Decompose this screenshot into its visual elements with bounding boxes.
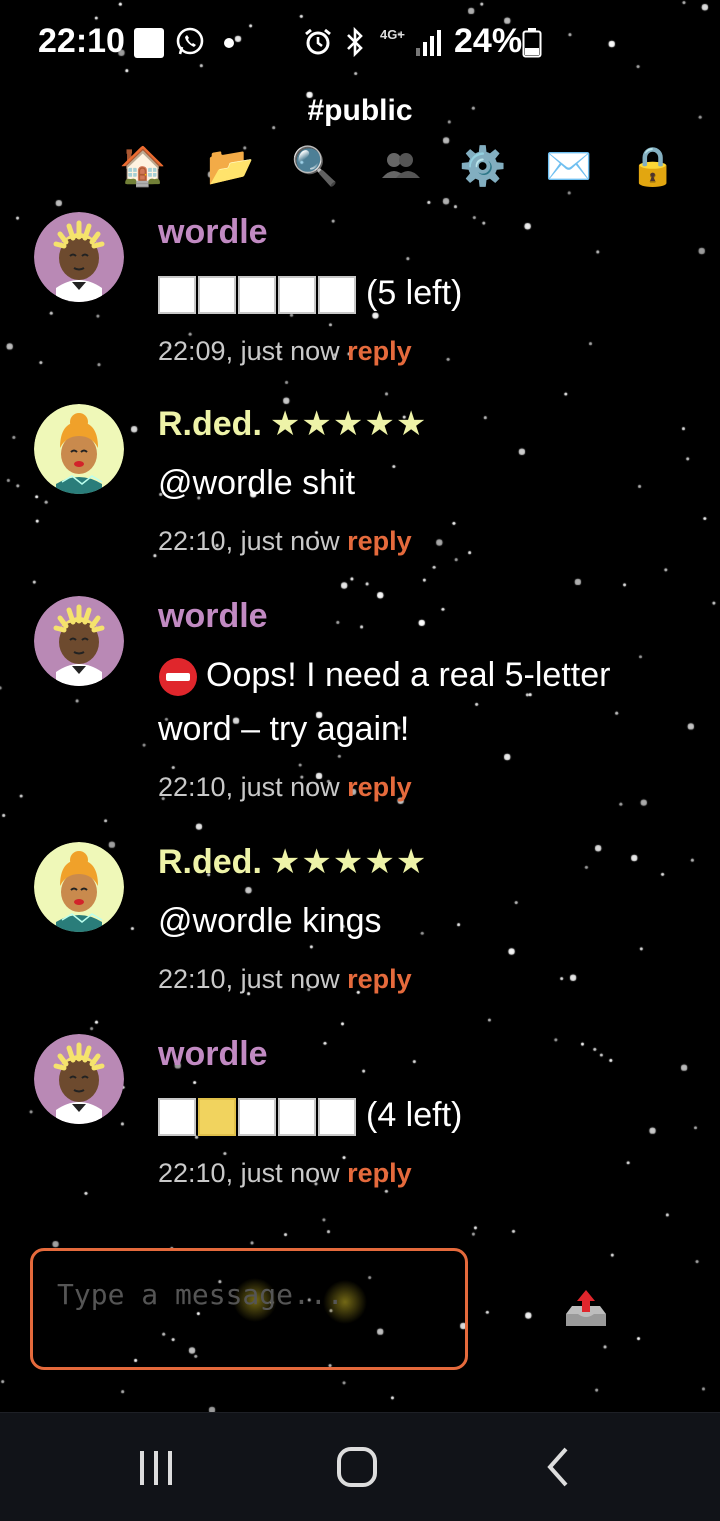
wordle-tile <box>238 1098 276 1137</box>
wordle-tile <box>238 276 276 315</box>
author-name[interactable]: R.ded. <box>158 843 262 881</box>
channel-title: #public <box>307 94 413 127</box>
wordle-bot-avatar[interactable] <box>34 596 124 686</box>
wordle-tiles <box>158 266 358 320</box>
reply-link[interactable]: reply <box>347 526 412 556</box>
wordle-tile-yellow <box>198 1098 236 1137</box>
guesses-left: (5 left) <box>366 274 463 313</box>
home-button-icon[interactable] <box>327 1443 387 1493</box>
status-time: 22:10 <box>38 22 125 60</box>
message-text-content: Oops! I need a real 5-letter word – try … <box>158 656 611 748</box>
message-meta: 22:10, just now reply <box>158 526 678 557</box>
message-text: (4 left) <box>158 1086 678 1142</box>
rating-stars: ★★★★★ <box>269 405 428 443</box>
message-meta: 22:10, just now reply <box>158 772 678 803</box>
wordle-bot-avatar[interactable] <box>34 1034 124 1124</box>
message-meta: 22:09, just now reply <box>158 336 678 367</box>
message-text: Oops! I need a real 5-letter word – try … <box>158 648 678 756</box>
message-input[interactable] <box>55 1273 449 1315</box>
network-type: 4G+ <box>380 27 405 42</box>
wordle-tile <box>158 276 196 315</box>
send-icon[interactable] <box>562 1284 610 1332</box>
users-icon[interactable] <box>374 142 424 192</box>
guesses-left: (4 left) <box>366 1096 463 1135</box>
message-author[interactable]: R.ded. ★★★★★ <box>158 404 678 444</box>
no-entry-icon <box>159 658 197 697</box>
message-meta: 22:10, just now reply <box>158 964 678 995</box>
message-meta: 22:10, just now reply <box>158 1158 678 1189</box>
author-name[interactable]: R.ded. <box>158 405 262 443</box>
wordle-tile <box>198 276 236 315</box>
wordle-tile <box>278 276 316 315</box>
message-time: 22:10, just now <box>158 1158 340 1189</box>
home-icon[interactable]: 🏠 <box>118 142 168 192</box>
message-time: 22:09, just now <box>158 336 340 367</box>
rded-user-avatar[interactable] <box>34 404 124 494</box>
message-time: 22:10, just now <box>158 772 340 802</box>
whatsapp-icon <box>176 27 204 55</box>
wordle-tile <box>318 276 356 315</box>
message-author[interactable]: wordle <box>158 596 678 636</box>
message-time: 22:10, just now <box>158 964 340 994</box>
recent-apps-icon[interactable] <box>126 1443 186 1493</box>
wordle-tile <box>278 1098 316 1137</box>
message-author[interactable]: R.ded. ★★★★★ <box>158 842 678 882</box>
notification-square-icon <box>134 28 164 58</box>
notification-dot-icon <box>224 38 234 48</box>
back-icon[interactable] <box>528 1443 588 1493</box>
battery-percent: 24% <box>454 22 523 60</box>
battery-icon <box>522 28 542 58</box>
signal-icon <box>416 30 441 56</box>
reply-link[interactable]: reply <box>347 964 412 994</box>
mail-icon[interactable]: ✉️ <box>544 142 594 192</box>
wordle-tile <box>318 1098 356 1137</box>
system-navbar <box>0 1412 720 1521</box>
settings-icon[interactable]: ⚙️ <box>458 142 508 192</box>
reply-link[interactable]: reply <box>347 1158 412 1188</box>
message-text: @wordle kings <box>158 902 382 940</box>
rded-user-avatar[interactable] <box>34 842 124 932</box>
alarm-icon <box>305 28 331 55</box>
message-composer <box>30 1248 468 1370</box>
rating-stars: ★★★★★ <box>269 843 428 881</box>
wordle-tiles <box>158 1088 358 1142</box>
message-author[interactable]: wordle <box>158 1034 678 1074</box>
status-bar: 22:10 4G+ 24% <box>0 0 720 86</box>
reply-link[interactable]: reply <box>347 336 412 366</box>
message-author[interactable]: wordle <box>158 212 678 252</box>
message-time: 22:10, just now <box>158 526 340 556</box>
folder-icon[interactable]: 📂 <box>206 142 256 192</box>
search-icon[interactable]: 🔍 <box>290 142 340 192</box>
bluetooth-icon <box>347 26 363 58</box>
wordle-tile <box>158 1098 196 1137</box>
message-text: (5 left) <box>158 264 678 320</box>
lock-icon[interactable]: 🔒 <box>628 142 678 192</box>
toolbar: 🏠 📂 🔍 ⚙️ ✉️ 🔒 <box>118 142 678 192</box>
reply-link[interactable]: reply <box>347 772 412 802</box>
message-text: @wordle shit <box>158 464 356 502</box>
wordle-bot-avatar[interactable] <box>34 212 124 302</box>
